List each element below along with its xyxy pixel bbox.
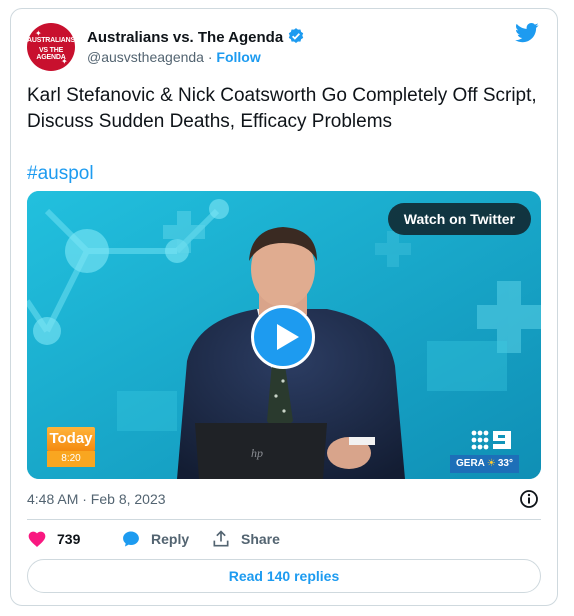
reply-bubble-icon xyxy=(123,531,139,547)
divider xyxy=(27,519,541,520)
verified-badge-icon xyxy=(288,28,304,43)
info-icon[interactable] xyxy=(519,489,539,509)
read-replies-button[interactable]: Read 140 replies xyxy=(27,559,541,593)
like-count: 739 xyxy=(57,531,81,547)
author-name[interactable]: Australians vs. The Agenda xyxy=(87,27,305,46)
hashtag-link[interactable]: #auspol xyxy=(27,163,94,185)
author-name-text[interactable]: Australians vs. The Agenda xyxy=(87,29,283,46)
heart-icon xyxy=(28,531,46,547)
handle-separator: · xyxy=(203,49,217,65)
avatar-text-top: AUSTRALIANS xyxy=(27,37,75,44)
embedded-tweet-card: ✦ ✦ AUSTRALIANS VS THE AGENDA Australian… xyxy=(10,8,558,606)
avatar[interactable]: ✦ ✦ AUSTRALIANS VS THE AGENDA xyxy=(27,23,75,71)
tweet-text: Karl Stefanovic & Nick Coatsworth Go Com… xyxy=(27,85,537,132)
play-icon[interactable] xyxy=(251,305,315,369)
today-logo-text: Today xyxy=(47,427,95,451)
video-thumbnail[interactable]: hp Watch on Twitter Today 8:20 GERA ☀ 33° xyxy=(27,191,541,479)
sun-icon: ☀ xyxy=(486,458,496,469)
weather-location: GERA xyxy=(456,458,485,469)
reply-label: Reply xyxy=(151,531,190,547)
author-handle[interactable]: @ausvstheagenda xyxy=(87,49,204,65)
avatar-text-bottom: VS THE AGENDA xyxy=(36,47,66,61)
today-show-logo: Today 8:20 xyxy=(47,427,95,469)
follow-button[interactable]: Follow xyxy=(216,49,260,65)
like-button[interactable]: 739 xyxy=(27,529,80,549)
weather-strip: GERA ☀ 33° xyxy=(450,455,519,473)
share-label: Share xyxy=(241,531,280,547)
tweet-timestamp[interactable]: 4:48 AM · Feb 8, 2023 xyxy=(27,491,166,507)
handle-row: @ausvstheagenda · Follow xyxy=(87,49,261,65)
share-button[interactable]: Share xyxy=(211,529,280,549)
share-icon xyxy=(213,530,229,547)
reply-button[interactable]: Reply xyxy=(121,529,189,549)
watch-on-twitter-button[interactable]: Watch on Twitter xyxy=(387,203,531,235)
today-time: 8:20 xyxy=(47,451,95,467)
svg-text:hp: hp xyxy=(251,446,263,460)
channel-nine-logo xyxy=(471,430,511,450)
twitter-bird-icon[interactable] xyxy=(515,23,539,43)
weather-temperature: 33° xyxy=(497,458,513,469)
